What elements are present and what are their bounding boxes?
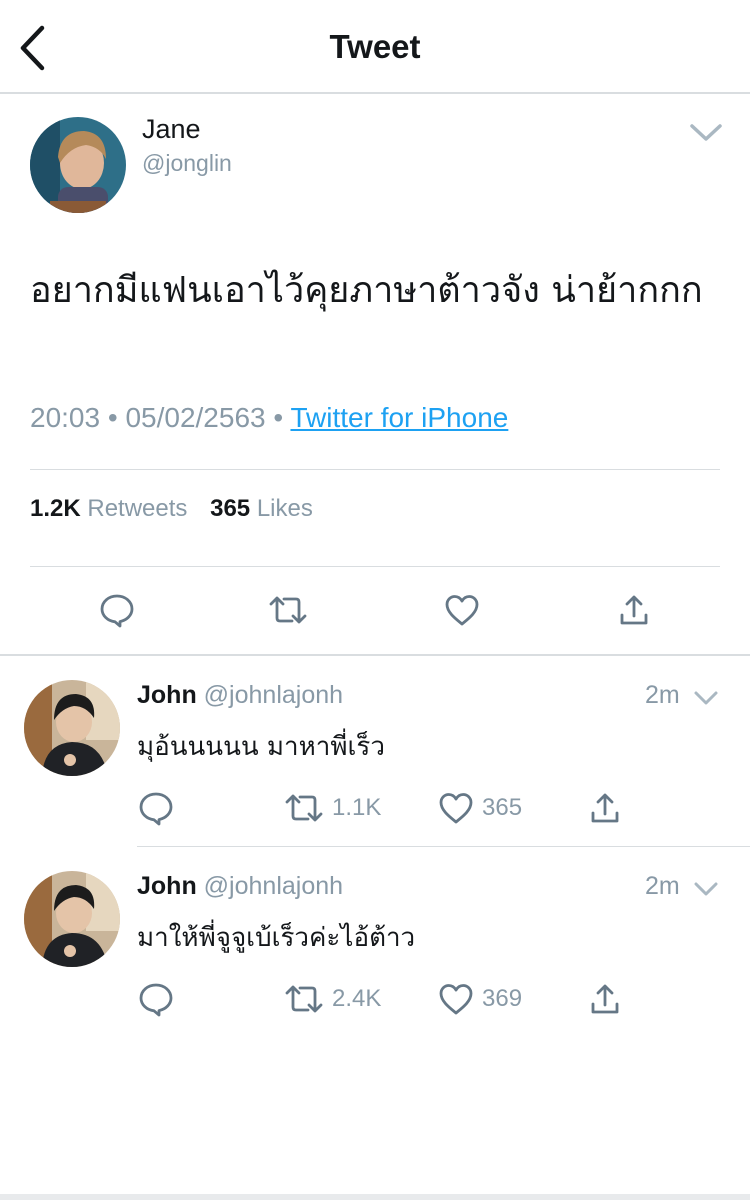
like-button[interactable]: 365 (438, 788, 522, 828)
retweet-button[interactable] (266, 588, 310, 632)
heart-icon (439, 793, 473, 824)
reply-button[interactable] (138, 979, 174, 1019)
bottom-edge (0, 1194, 750, 1200)
share-button[interactable] (588, 979, 622, 1019)
reply-author-name[interactable]: John (137, 872, 197, 900)
reply-tweet[interactable]: John @johnlajonh 2m มุอ้นนนนน มาหาพี่เร็… (0, 656, 750, 846)
retweets-stat[interactable]: 1.2K Retweets (30, 495, 187, 522)
reply-button[interactable] (138, 788, 174, 828)
tweet-stats: 1.2K Retweets 365 Likes (30, 495, 313, 523)
author-name[interactable]: Jane (142, 114, 201, 145)
retweet-count: 2.4K (332, 985, 382, 1012)
reply-author-handle[interactable]: @johnlajonh (204, 681, 343, 709)
tweet-options-button[interactable] (688, 118, 724, 146)
share-icon (591, 793, 619, 823)
tweet-text: อยากมีแฟนเอาไว้คุยภาษาต้าวจัง น่าย้ากกก (30, 270, 703, 311)
reply-text: มาให้พี่จูจูเบ้เร็วค่ะไอ้ต้าว (137, 923, 416, 953)
likes-stat[interactable]: 365 Likes (210, 495, 313, 522)
profile-photo-john (24, 871, 120, 967)
retweet-button[interactable]: 2.4K (284, 979, 381, 1019)
retweet-icon (285, 794, 323, 822)
reply-author-handle[interactable]: @johnlajonh (204, 872, 343, 900)
like-button[interactable]: 369 (438, 979, 522, 1019)
reply-header: John @johnlajonh (137, 681, 343, 710)
reply-icon (139, 983, 173, 1017)
reply-author-name[interactable]: John (137, 681, 197, 709)
tweet-time: 20:03 (30, 402, 101, 433)
retweet-count: 1.1K (332, 794, 382, 821)
share-icon (620, 595, 648, 625)
reply-icon (100, 594, 134, 628)
profile-photo-john (24, 680, 120, 776)
avatar[interactable] (30, 117, 126, 213)
meta-separator: • (107, 402, 118, 433)
like-button[interactable] (440, 588, 484, 632)
heart-icon (445, 595, 479, 626)
page-title: Tweet (329, 28, 421, 65)
chevron-down-icon (694, 882, 718, 896)
heart-icon (439, 984, 473, 1015)
retweets-label: Retweets (87, 495, 188, 522)
reply-time: 2m (645, 872, 680, 900)
retweets-count: 1.2K (30, 495, 81, 522)
reply-button[interactable] (95, 588, 139, 632)
divider (30, 469, 720, 470)
retweet-icon (285, 985, 323, 1013)
likes-count: 365 (210, 495, 251, 522)
reply-time: 2m (645, 681, 680, 709)
reply-options-button[interactable] (693, 879, 719, 899)
reply-text: มุอ้นนนนน มาหาพี่เร็ว (137, 732, 385, 762)
avatar[interactable] (24, 871, 120, 967)
share-icon (591, 984, 619, 1014)
chevron-down-icon (694, 691, 718, 705)
tweet-source-link[interactable]: Twitter for iPhone (290, 402, 508, 433)
chevron-down-icon (690, 124, 722, 141)
retweet-icon (269, 596, 307, 624)
author-handle[interactable]: @jonglin (142, 150, 232, 177)
reply-icon (139, 792, 173, 826)
reply-tweet[interactable]: John @johnlajonh 2m มาให้พี่จูจูเบ้เร็วค… (0, 847, 750, 1037)
like-count: 365 (482, 794, 523, 821)
profile-photo-jane (30, 117, 126, 213)
avatar[interactable] (24, 680, 120, 776)
share-button[interactable] (612, 588, 656, 632)
tweet-meta: 20:03 • 05/02/2563 • Twitter for iPhone (30, 402, 508, 434)
meta-separator: • (273, 402, 284, 433)
like-count: 369 (482, 985, 523, 1012)
likes-label: Likes (256, 495, 313, 522)
share-button[interactable] (588, 788, 622, 828)
retweet-button[interactable]: 1.1K (284, 788, 381, 828)
divider (30, 566, 720, 567)
reply-header: John @johnlajonh (137, 872, 343, 901)
tweet-date: 05/02/2563 (125, 402, 266, 433)
top-bar: Tweet (0, 0, 750, 94)
reply-options-button[interactable] (693, 688, 719, 708)
